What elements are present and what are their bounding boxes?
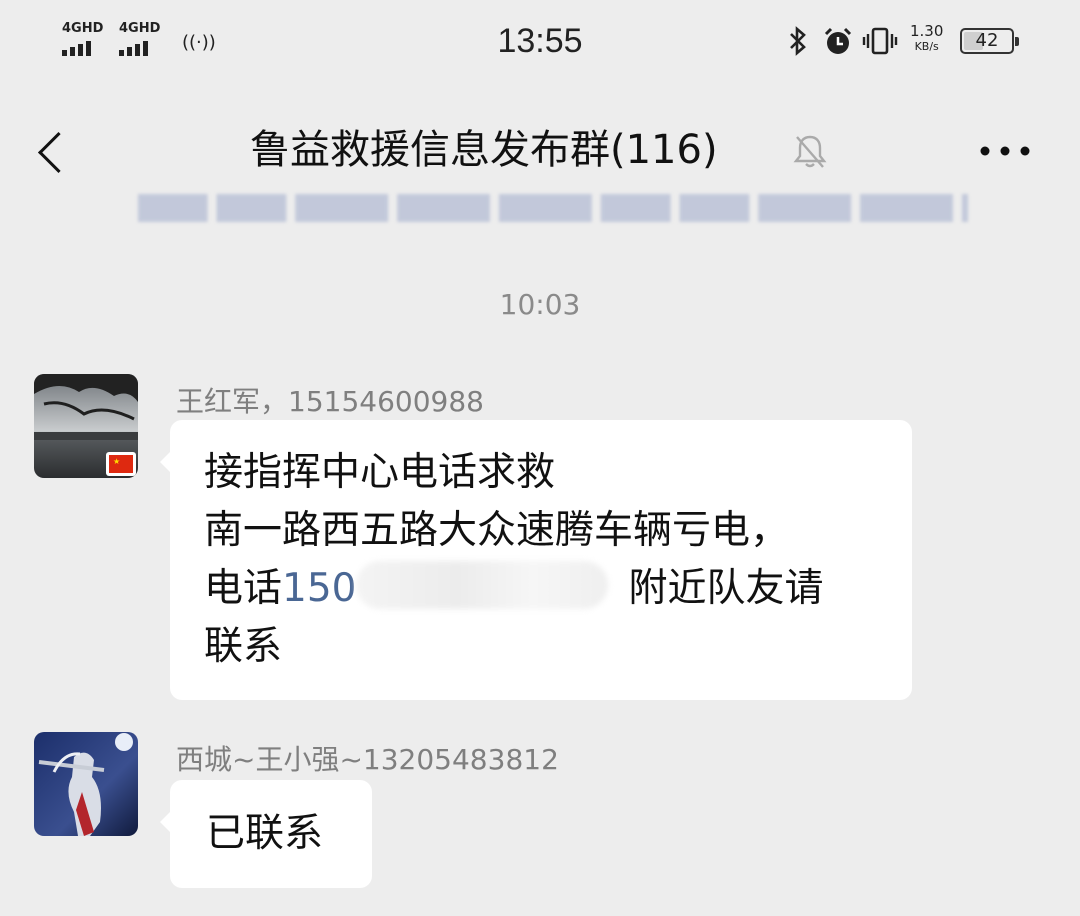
- bluetooth-icon: [786, 26, 810, 63]
- message-text: 电话: [204, 566, 283, 611]
- vibrate-icon: [862, 26, 898, 63]
- battery-icon: 42: [960, 28, 1019, 54]
- message-text: 已联系: [206, 811, 324, 856]
- sender-name: 西城~王小强~13205483812: [176, 743, 559, 776]
- bell-off-icon: [790, 131, 830, 171]
- time-separator: 10:03: [499, 288, 581, 321]
- message-bubble[interactable]: 已联系: [160, 780, 372, 888]
- message-line: 联系: [204, 624, 283, 669]
- alarm-icon: [822, 26, 854, 65]
- chat-title: 鲁益救援信息发布群(116): [250, 127, 718, 173]
- message-text: 附近队友请: [628, 566, 824, 611]
- more-dots-icon[interactable]: [978, 134, 1032, 168]
- speed-unit: KB/s: [914, 40, 939, 53]
- speed-value: 1.30: [910, 22, 944, 40]
- avatar[interactable]: [34, 732, 138, 836]
- chevron-left-icon[interactable]: [30, 116, 76, 186]
- message-line: 南一路西五路大众速腾车辆亏电，: [204, 508, 790, 553]
- phone-link[interactable]: 150: [282, 566, 356, 611]
- message-line: 电话150 附近队友请: [204, 560, 878, 618]
- svg-text:★: ★: [113, 457, 120, 466]
- message-bubble[interactable]: 接指挥中心电话求救 南一路西五路大众速腾车辆亏电， 电话150 附近队友请 联系: [160, 420, 912, 700]
- network-speed: 1.30 KB/s: [910, 24, 943, 54]
- chat-header: 鲁益救援信息发布群(116): [0, 104, 1080, 198]
- battery-percent: 42: [975, 30, 999, 51]
- status-bar: 4GHD 4GHD ((·)) 13:55 1.30 KB/s 42: [0, 0, 1080, 84]
- message-line: 接指挥中心电话求救: [204, 450, 556, 495]
- previous-message-faded: ███ ███ ████ ████ ████ ███ ███ ████ ████…: [138, 194, 968, 222]
- avatar[interactable]: ★: [34, 374, 138, 478]
- sender-name: 王红军，15154600988: [176, 385, 484, 418]
- redaction-overlay: [356, 561, 609, 609]
